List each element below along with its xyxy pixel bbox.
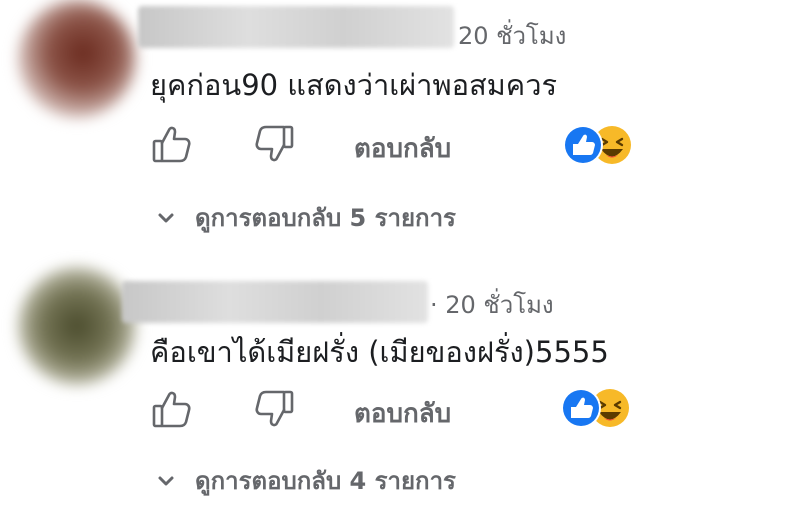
chevron-down-icon [158,476,174,485]
thumbs-up-icon[interactable] [150,387,194,431]
avatar[interactable] [18,0,136,118]
comment: · 20 ชั่วโมง คือเขาได้เมียฝรั่ง (เมียของ… [0,253,800,506]
view-replies-label: ดูการตอบกลับ 5 รายการ [195,204,456,232]
comment: 20 ชั่วโมง ยุคก่อน90 แสดงว่าเผ่าพอสมควร … [0,0,800,253]
thumbs-down-icon[interactable] [252,387,296,431]
author-name-blurred[interactable] [138,6,454,48]
reaction-summary[interactable] [558,385,634,431]
reply-button[interactable]: ตอบกลับ [354,128,451,169]
chevron-down-icon [158,213,174,222]
comment-text: ยุคก่อน90 แสดงว่าเผ่าพอสมควร [150,68,558,102]
view-replies-label: ดูการตอบกลับ 4 รายการ [195,467,456,495]
reaction-summary[interactable] [560,122,636,168]
comment-text: คือเขาได้เมียฝรั่ง (เมียของฝรั่ง)5555 [150,335,609,369]
view-replies-link[interactable]: ดูการตอบกลับ 5 รายการ [155,198,456,237]
author-name-blurred[interactable] [122,281,428,323]
like-icon [561,388,601,428]
thumbs-up-icon[interactable] [150,122,194,166]
reply-button[interactable]: ตอบกลับ [354,393,451,434]
like-icon [563,125,603,165]
avatar[interactable] [18,267,136,385]
view-replies-link[interactable]: ดูการตอบกลับ 4 รายการ [155,461,456,500]
timestamp[interactable]: 20 ชั่วโมง [458,16,566,55]
timestamp[interactable]: · 20 ชั่วโมง [430,285,554,324]
thumbs-down-icon[interactable] [252,122,296,166]
